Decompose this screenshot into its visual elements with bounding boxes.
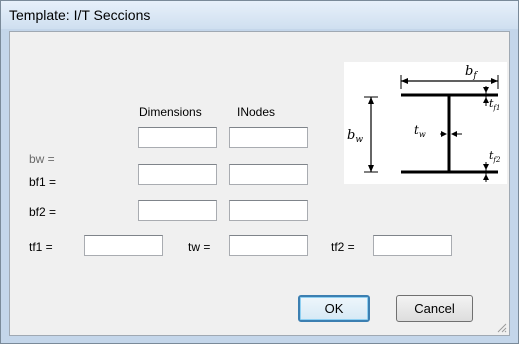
tw-input[interactable] (229, 235, 308, 256)
bf-symbol: bf (465, 64, 478, 81)
bf1-inodes-input[interactable] (229, 164, 308, 185)
bf-arrow-right-icon (491, 78, 498, 84)
dimensions-header: Dimensions (139, 105, 202, 119)
tf2-input[interactable] (373, 235, 452, 256)
bw-label: bw = (29, 152, 55, 166)
tw-symbol: tw (414, 123, 426, 139)
tf2-label: tf2 = (331, 240, 355, 254)
window-title: Template: I/T Seccions (9, 7, 151, 23)
tf1-arrow-down-icon (483, 87, 489, 93)
tw-label: tw = (188, 240, 211, 254)
tf2-arrow-up-icon (483, 174, 489, 180)
tf2-arrow-down-icon (483, 164, 489, 170)
bw-arrow-down-icon (368, 165, 374, 172)
tf1-symbol: tf1 (489, 97, 500, 112)
dialog-content: Dimensions INodes bw = bf1 = bf2 = tf1 =… (9, 31, 510, 336)
dialog-window: Template: I/T Seccions Dimensions INodes… (0, 0, 519, 344)
bf1-dimension-input[interactable] (138, 164, 217, 185)
bw-inodes-input[interactable] (229, 127, 308, 148)
cancel-button[interactable]: Cancel (396, 295, 473, 322)
bf2-dimension-input[interactable] (138, 200, 217, 221)
inodes-header: INodes (237, 105, 276, 119)
title-bar[interactable]: Template: I/T Seccions (1, 1, 518, 29)
tf1-input[interactable] (84, 235, 163, 256)
bf-arrow-left-icon (401, 78, 408, 84)
bf2-label: bf2 = (29, 205, 57, 219)
resize-grip-icon[interactable] (495, 321, 507, 333)
bw-dimension-input[interactable] (138, 127, 217, 148)
tf2-symbol: tf2 (489, 149, 501, 164)
bf2-inodes-input[interactable] (229, 200, 308, 221)
i-section-diagram: bf bw tw tf1 tf2 (344, 62, 507, 184)
ok-button[interactable]: OK (298, 295, 370, 322)
tf1-label: tf1 = (29, 240, 53, 254)
bw-arrow-up-icon (368, 97, 374, 104)
tw-arrow-right-icon (451, 131, 457, 137)
tw-arrow-left-icon (441, 131, 447, 137)
bw-symbol: bw (347, 128, 363, 145)
bf1-label: bf1 = (29, 175, 57, 189)
